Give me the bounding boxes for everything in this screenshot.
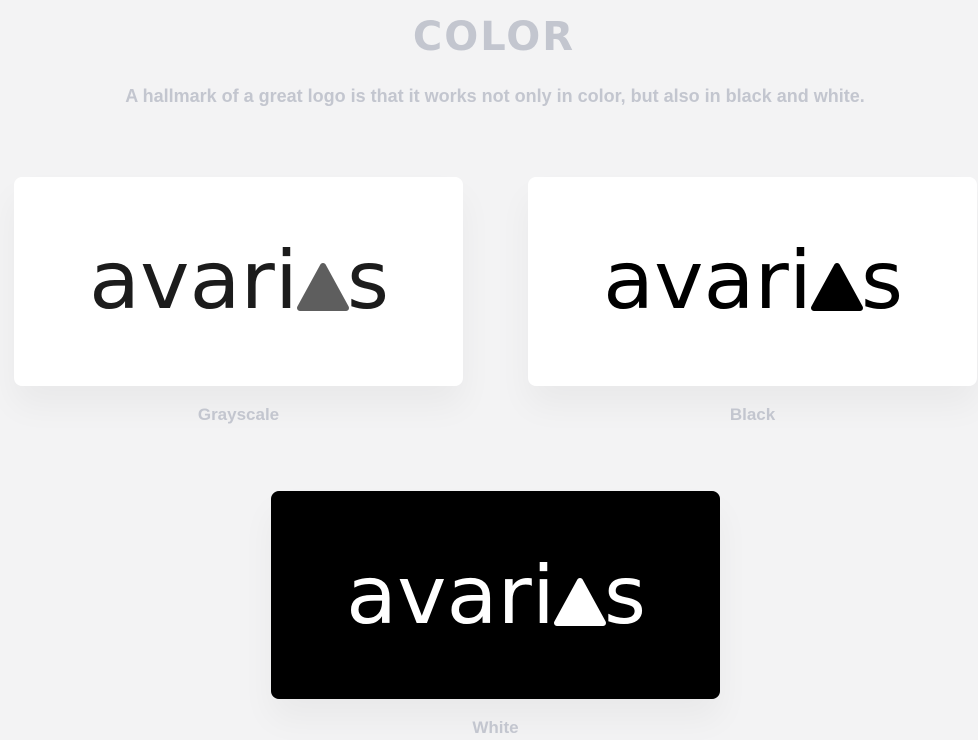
section-title: COLOR — [412, 14, 576, 60]
triangle-icon — [811, 263, 863, 311]
brand-guidelines-page: COLOR A hallmark of a great logo is that… — [0, 0, 978, 740]
logo-wordmark-prefix: avari — [89, 234, 298, 327]
logo-card-grayscale: avari s — [14, 177, 463, 386]
logo-black: avari s — [603, 234, 903, 327]
logo-white: avari s — [346, 549, 646, 642]
logo-wordmark-suffix: s — [347, 234, 389, 327]
logo-card-black: avari s — [528, 177, 977, 386]
logo-wordmark-suffix: s — [861, 234, 903, 327]
logo-grayscale: avari s — [89, 234, 389, 327]
logo-wordmark-prefix: avari — [346, 549, 555, 642]
caption-black: Black — [729, 405, 776, 424]
triangle-icon — [297, 263, 349, 311]
caption-grayscale: Grayscale — [197, 405, 280, 424]
section-subtitle: A hallmark of a great logo is that it wo… — [125, 86, 865, 106]
logo-wordmark-prefix: avari — [603, 234, 812, 327]
logo-card-white: avari s — [271, 491, 720, 699]
triangle-icon — [554, 578, 606, 626]
logo-wordmark-suffix: s — [604, 549, 646, 642]
caption-white: White — [472, 718, 519, 737]
